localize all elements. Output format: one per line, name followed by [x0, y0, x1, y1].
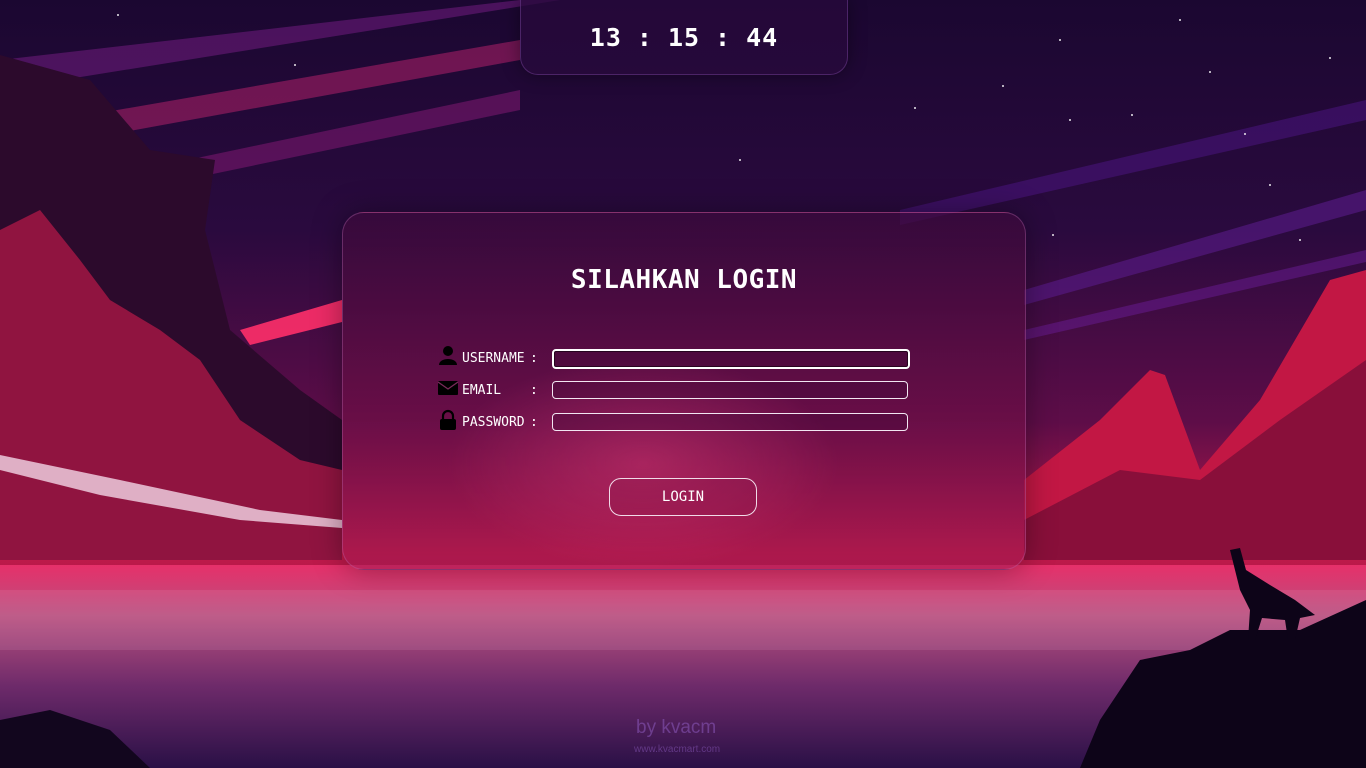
clock-display: 13 : 15 : 44 — [520, 0, 848, 75]
username-colon: : — [530, 351, 538, 366]
clock-separator: : — [715, 22, 732, 52]
email-input[interactable] — [552, 381, 908, 399]
email-label: EMAIL — [462, 383, 525, 398]
clock-seconds: 44 — [746, 22, 779, 52]
password-input[interactable] — [552, 413, 908, 431]
user-icon — [439, 346, 457, 365]
password-label: PASSWORD — [462, 415, 525, 430]
clock-hours: 13 — [589, 22, 622, 52]
username-label: USERNAME — [462, 351, 525, 366]
username-input[interactable] — [552, 349, 910, 369]
envelope-icon — [437, 381, 459, 395]
clock-minutes: 15 — [667, 22, 701, 52]
footer-url: www.kvacmart.com — [634, 744, 721, 755]
footer-brand: by kvacm — [636, 717, 717, 738]
lock-icon — [440, 409, 456, 430]
email-colon: : — [530, 383, 538, 398]
login-title: SILAHKAN LOGIN — [570, 265, 798, 295]
password-colon: : — [530, 415, 538, 430]
login-card: SILAHKAN LOGIN USERNAME : EMAIL : PASSWO… — [342, 212, 1026, 570]
clock-separator: : — [636, 22, 653, 52]
login-button[interactable]: LOGIN — [609, 478, 757, 516]
